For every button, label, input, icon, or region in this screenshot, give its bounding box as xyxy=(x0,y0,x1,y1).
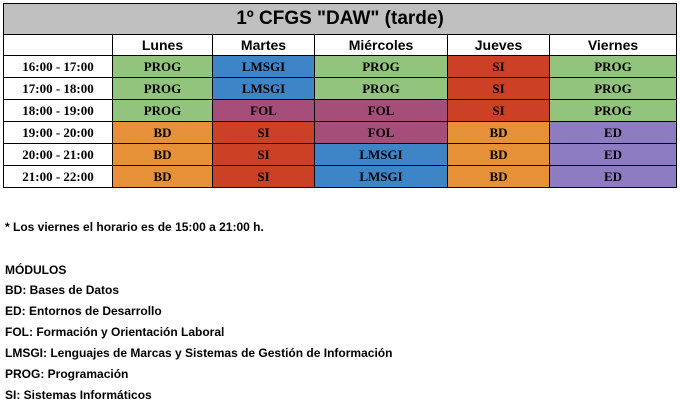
schedule-row: 19:00 - 20:00 BD SI FOL BD ED xyxy=(3,121,677,144)
schedule-title: 1º CFGS "DAW" (tarde) xyxy=(3,3,677,35)
slot-cell: FOL xyxy=(212,99,315,122)
day-header: Martes xyxy=(212,34,315,56)
slot-cell: SI xyxy=(447,55,550,78)
slot-cell: BD xyxy=(447,121,550,144)
slot-cell: BD xyxy=(447,165,550,188)
time-cell: 18:00 - 19:00 xyxy=(3,99,113,122)
slot-cell: SI xyxy=(212,121,315,144)
module-item: BD: Bases de Datos xyxy=(5,283,120,297)
slot-cell: LMSGI xyxy=(314,143,448,166)
slot-cell: PROG xyxy=(112,99,213,122)
slot-cell: LMSGI xyxy=(212,55,315,78)
slot-cell: FOL xyxy=(314,99,448,122)
slot-cell: FOL xyxy=(314,121,448,144)
friday-note: * Los viernes el horario es de 15:00 a 2… xyxy=(5,220,264,234)
slot-cell: LMSGI xyxy=(314,165,448,188)
slot-cell: BD xyxy=(112,165,213,188)
slot-cell: PROG xyxy=(314,55,448,78)
slot-cell: SI xyxy=(447,99,550,122)
modules-heading: MÓDULOS xyxy=(5,263,67,277)
corner-cell xyxy=(3,34,113,56)
time-cell: 19:00 - 20:00 xyxy=(3,121,113,144)
schedule-row: 21:00 - 22:00 BD SI LMSGI BD ED xyxy=(3,165,677,188)
slot-cell: PROG xyxy=(314,77,448,100)
module-item: FOL: Formación y Orientación Laboral xyxy=(5,325,225,339)
slot-cell: SI xyxy=(212,143,315,166)
schedule-row: 16:00 - 17:00 PROG LMSGI PROG SI PROG xyxy=(3,55,677,78)
slot-cell: PROG xyxy=(549,55,677,78)
time-cell: 17:00 - 18:00 xyxy=(3,77,113,100)
slot-cell: PROG xyxy=(549,77,677,100)
time-cell: 16:00 - 17:00 xyxy=(3,55,113,78)
slot-cell: BD xyxy=(112,121,213,144)
slot-cell: ED xyxy=(549,121,677,144)
header-row: Lunes Martes Miércoles Jueves Viernes xyxy=(3,34,677,56)
slot-cell: SI xyxy=(447,77,550,100)
slot-cell: ED xyxy=(549,165,677,188)
slot-cell: BD xyxy=(112,143,213,166)
notes: * Los viernes el horario es de 15:00 a 2… xyxy=(5,219,675,236)
module-list: BD: Bases de Datos ED: Entornos de Desarr… xyxy=(5,282,675,408)
slot-cell: PROG xyxy=(112,77,213,100)
time-cell: 20:00 - 21:00 xyxy=(3,143,113,166)
title-row: 1º CFGS "DAW" (tarde) xyxy=(3,3,677,35)
slot-cell: PROG xyxy=(549,99,677,122)
day-header: Viernes xyxy=(549,34,677,56)
schedule-table: 1º CFGS "DAW" (tarde) Lunes Martes Miérc… xyxy=(3,3,677,188)
schedule-row: 18:00 - 19:00 PROG FOL FOL SI PROG xyxy=(3,99,677,122)
schedule-body: 16:00 - 17:00 PROG LMSGI PROG SI PROG 17:00 - … xyxy=(3,55,677,188)
slot-cell: ED xyxy=(549,143,677,166)
day-header: Jueves xyxy=(447,34,550,56)
slot-cell: BD xyxy=(447,143,550,166)
day-header: Miércoles xyxy=(314,34,448,56)
day-header: Lunes xyxy=(112,34,213,56)
module-item: ED: Entornos de Desarrollo xyxy=(5,304,162,318)
schedule-row: 17:00 - 18:00 PROG LMSGI PROG SI PROG xyxy=(3,77,677,100)
module-item: LMSGI: Lenguajes de Marcas y Sistemas de… xyxy=(5,346,393,360)
slot-cell: LMSGI xyxy=(212,77,315,100)
slot-cell: PROG xyxy=(112,55,213,78)
slot-cell: SI xyxy=(212,165,315,188)
time-cell: 21:00 - 22:00 xyxy=(3,165,113,188)
module-item: SI: Sistemas Informáticos xyxy=(5,388,152,402)
schedule-row: 20:00 - 21:00 BD SI LMSGI BD ED xyxy=(3,143,677,166)
module-item: PROG: Programación xyxy=(5,367,129,381)
